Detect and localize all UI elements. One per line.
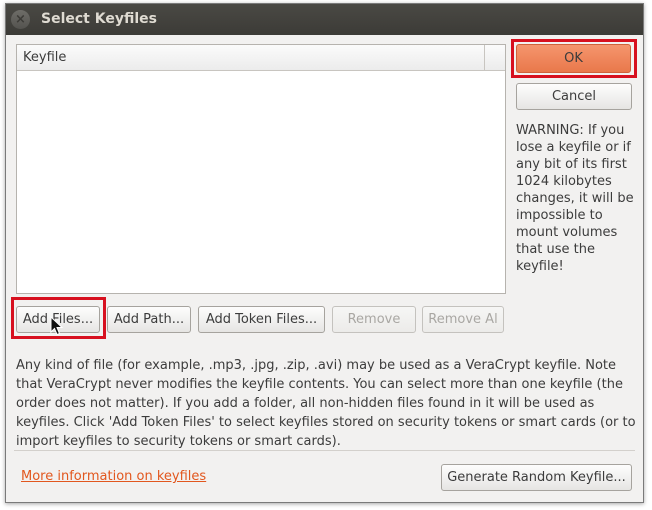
close-icon[interactable]: ×	[11, 10, 30, 29]
mouse-pointer-icon	[50, 316, 64, 336]
divider	[14, 450, 635, 451]
generate-random-keyfile-button[interactable]: Generate Random Keyfile...	[441, 464, 632, 491]
keyfile-list[interactable]: Keyfile	[16, 44, 506, 294]
remove-all-button[interactable]: Remove Al	[422, 306, 504, 333]
warning-text: WARNING: If you lose a keyfile or if any…	[516, 123, 634, 274]
ok-highlight-box	[511, 39, 637, 78]
more-info-link[interactable]: More information on keyfiles	[21, 469, 206, 484]
window-title: Select Keyfiles	[41, 11, 157, 27]
title-bar[interactable]: × Select Keyfiles	[6, 4, 643, 35]
remove-button[interactable]: Remove	[332, 306, 416, 333]
add-token-files-button[interactable]: Add Token Files...	[198, 306, 325, 333]
cancel-button[interactable]: Cancel	[516, 83, 632, 110]
column-header-filler	[485, 45, 505, 70]
add-path-button[interactable]: Add Path...	[107, 306, 191, 333]
column-header-keyfile[interactable]: Keyfile	[17, 45, 485, 70]
keyfile-description: Any kind of file (for example, .mp3, .jp…	[16, 358, 636, 449]
column-header-label: Keyfile	[23, 50, 67, 65]
select-keyfiles-dialog: × Select Keyfiles Keyfile OK Cancel WARN…	[5, 3, 644, 503]
list-header: Keyfile	[17, 45, 505, 71]
